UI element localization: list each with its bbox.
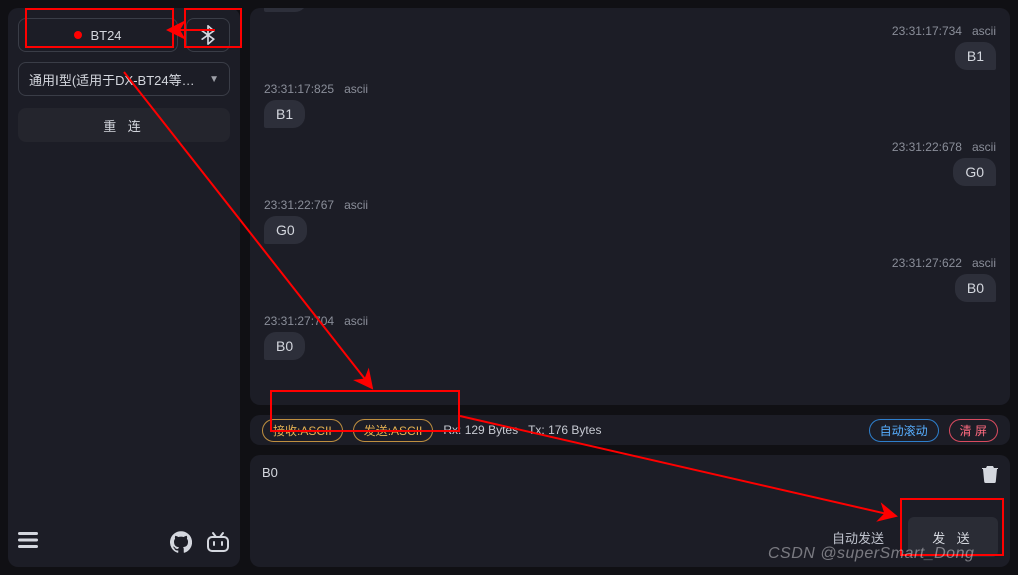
- message-encoding: ascii: [972, 24, 996, 38]
- profile-label: 通用Ⅰ型(适用于DX-BT24等常见: [29, 70, 204, 89]
- message-bubble: G0: [264, 216, 307, 244]
- bluetooth-icon: [200, 25, 216, 45]
- message-time: 23:31:17:734: [892, 24, 962, 38]
- tx-stat: Tx: 176 Bytes: [528, 423, 601, 437]
- trash-icon[interactable]: [982, 465, 998, 488]
- message-encoding: ascii: [344, 82, 368, 96]
- send-button[interactable]: 发 送: [908, 517, 998, 557]
- message-encoding: ascii: [344, 198, 368, 212]
- menu-icon[interactable]: [18, 532, 38, 553]
- message-time: 23:31:22:678: [892, 140, 962, 154]
- message-time: 23:31:22:767: [264, 198, 334, 212]
- device-chip[interactable]: BT24: [18, 18, 178, 52]
- message-bubble: B0: [955, 274, 996, 302]
- message-bubble: B1: [264, 100, 305, 128]
- message-time: 23:31:27:704: [264, 314, 334, 328]
- device-name: BT24: [90, 28, 121, 43]
- message-meta: 23:31:22:678 ascii: [892, 140, 996, 154]
- message-meta: 23:31:17:825 ascii: [264, 82, 368, 96]
- profile-select[interactable]: 通用Ⅰ型(适用于DX-BT24等常见 ▼: [18, 62, 230, 96]
- status-dot-icon: [74, 31, 82, 39]
- reconnect-button[interactable]: 重 连: [18, 108, 230, 142]
- message-time: 23:31:17:825: [264, 82, 334, 96]
- message-encoding: ascii: [972, 256, 996, 270]
- message-encoding: ascii: [344, 314, 368, 328]
- input-panel: B0 自动发送 发 送: [250, 455, 1010, 567]
- rx-encoding-button[interactable]: 接收:ASCII: [262, 419, 343, 442]
- message-row: 23:31:17:825 ascii B1: [264, 82, 996, 128]
- message-row: G1: [264, 8, 996, 12]
- send-input[interactable]: B0: [262, 465, 982, 480]
- clear-button[interactable]: 清 屏: [949, 419, 998, 442]
- rx-stat: Rx: 129 Bytes: [443, 423, 518, 437]
- message-meta: 23:31:17:734 ascii: [892, 24, 996, 38]
- message-bubble: G0: [953, 158, 996, 186]
- message-bubble: G1: [264, 8, 307, 12]
- autosend-button[interactable]: 自动发送: [832, 528, 884, 547]
- bilibili-icon[interactable]: [206, 531, 230, 553]
- message-meta: 23:31:22:767 ascii: [264, 198, 368, 212]
- chevron-down-icon: ▼: [209, 74, 219, 85]
- sidebar: BT24 通用Ⅰ型(适用于DX-BT24等常见 ▼ 重 连: [8, 8, 240, 567]
- message-meta: 23:31:27:704 ascii: [264, 314, 368, 328]
- tx-encoding-button[interactable]: 发送:ASCII: [353, 419, 434, 442]
- message-row: 23:31:17:734 ascii B1: [264, 24, 996, 70]
- message-meta: 23:31:27:622 ascii: [892, 256, 996, 270]
- autoscroll-button[interactable]: 自动滚动: [869, 419, 939, 442]
- message-encoding: ascii: [972, 140, 996, 154]
- message-row: 23:31:22:678 ascii G0: [264, 140, 996, 186]
- message-row: 23:31:27:704 ascii B0: [264, 314, 996, 360]
- message-time: 23:31:27:622: [892, 256, 962, 270]
- message-row: 23:31:27:622 ascii B0: [264, 256, 996, 302]
- message-bubble: B1: [955, 42, 996, 70]
- bluetooth-button[interactable]: [186, 18, 230, 52]
- message-row: 23:31:22:767 ascii G0: [264, 198, 996, 244]
- message-bubble: B0: [264, 332, 305, 360]
- chat-panel: G1 23:31:17:734 ascii B1 23:31:17:825 ascii B1…: [250, 8, 1010, 405]
- github-icon[interactable]: [170, 531, 192, 553]
- status-bar: 接收:ASCII 发送:ASCII Rx: 129 Bytes Tx: 176 …: [250, 415, 1010, 445]
